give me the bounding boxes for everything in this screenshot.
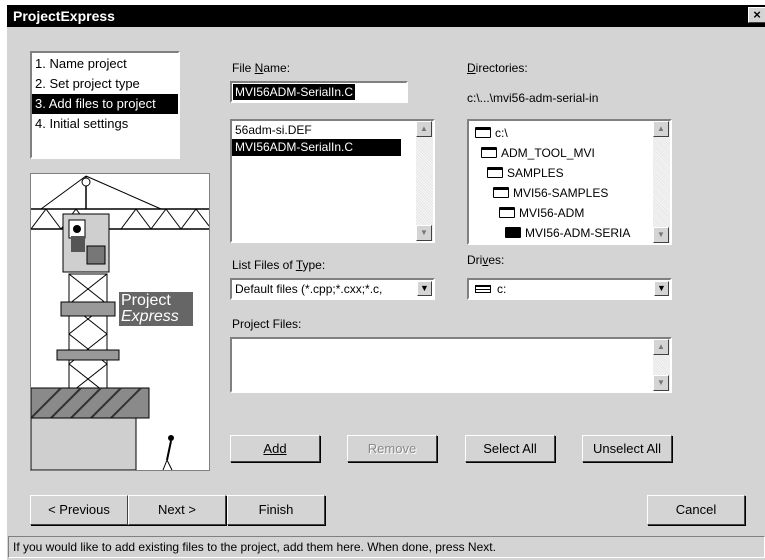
- finish-button[interactable]: Finish: [227, 495, 325, 525]
- step-item-set-project-type[interactable]: 2. Set project type: [32, 74, 178, 94]
- project-express-illustration: Project Express: [30, 173, 210, 471]
- files-list-scrollbar[interactable]: ▲ ▼: [416, 121, 433, 241]
- select-all-button[interactable]: Select All: [465, 435, 555, 462]
- scroll-down-icon[interactable]: ▼: [416, 225, 432, 241]
- folder-open-icon: [499, 207, 515, 218]
- project-files-scrollbar[interactable]: ▲ ▼: [653, 339, 670, 391]
- file-name-input[interactable]: MVI56ADM-SerialIn.C: [230, 81, 408, 103]
- drive-icon: [475, 285, 491, 293]
- projectexpress-dialog: ProjectExpress × 1. Name project 2. Set …: [6, 4, 765, 560]
- steps-list[interactable]: 1. Name project 2. Set project type 3. A…: [30, 51, 180, 159]
- dir-item-samples[interactable]: SAMPLES: [487, 163, 564, 183]
- drives-dropdown[interactable]: c: ▼: [467, 278, 672, 300]
- step-item-add-files[interactable]: 3. Add files to project: [32, 94, 178, 114]
- scroll-up-icon[interactable]: ▲: [416, 121, 432, 137]
- next-button[interactable]: Next >: [128, 495, 226, 525]
- add-button[interactable]: Add: [230, 435, 320, 462]
- dir-item-root[interactable]: c:\: [475, 123, 508, 143]
- step-item-name-project[interactable]: 1. Name project: [32, 54, 178, 74]
- close-button[interactable]: ×: [748, 7, 765, 23]
- directories-label: Directories:: [467, 61, 528, 75]
- status-bar: If you would like to add existing files …: [8, 536, 765, 558]
- file-type-dropdown[interactable]: Default files (*.cpp;*.cxx;*.c, ▼: [230, 278, 435, 300]
- previous-button[interactable]: < Previous: [30, 495, 128, 525]
- dir-item-mvi56-adm[interactable]: MVI56-ADM: [499, 203, 584, 223]
- scroll-down-icon[interactable]: ▼: [653, 227, 669, 243]
- folder-open-icon: [505, 227, 521, 238]
- remove-button[interactable]: Remove: [347, 435, 437, 462]
- scroll-down-icon[interactable]: ▼: [653, 375, 669, 391]
- cancel-button[interactable]: Cancel: [647, 495, 745, 525]
- logo-express: Express: [119, 308, 193, 326]
- title-bar[interactable]: ProjectExpress ×: [7, 5, 765, 27]
- current-directory-path: c:\...\mvi56-adm-serial-in: [467, 91, 599, 105]
- dir-item-mvi56-adm-serial[interactable]: MVI56-ADM-SERIA: [505, 223, 653, 243]
- folder-open-icon: [481, 147, 497, 158]
- window-title: ProjectExpress: [13, 8, 115, 24]
- folder-open-icon: [493, 187, 509, 198]
- chevron-down-icon[interactable]: ▼: [417, 281, 432, 296]
- file-name-value: MVI56ADM-SerialIn.C: [233, 84, 356, 100]
- file-item-def[interactable]: 56adm-si.DEF: [232, 122, 433, 139]
- scroll-up-icon[interactable]: ▲: [653, 339, 669, 355]
- project-files-label: Project Files:: [232, 317, 302, 331]
- dir-item-adm-tool[interactable]: ADM_TOOL_MVI: [481, 143, 595, 163]
- directories-scrollbar[interactable]: ▲ ▼: [653, 121, 670, 243]
- files-list[interactable]: 56adm-si.DEF MVI56ADM-SerialIn.C ▲ ▼: [230, 119, 435, 243]
- dir-item-mvi56-samples[interactable]: MVI56-SAMPLES: [493, 183, 608, 203]
- unselect-all-button[interactable]: Unselect All: [582, 435, 672, 462]
- status-text: If you would like to add existing files …: [13, 540, 496, 554]
- directories-tree[interactable]: c:\ ADM_TOOL_MVI SAMPLES MVI56-SAMPLES M…: [467, 119, 672, 245]
- file-type-label: List Files of Type:: [232, 258, 326, 272]
- folder-open-icon: [475, 127, 491, 138]
- folder-open-icon: [487, 167, 503, 178]
- scroll-up-icon[interactable]: ▲: [653, 121, 669, 137]
- drives-label: Drives:: [467, 253, 505, 267]
- file-item-serialin-c[interactable]: MVI56ADM-SerialIn.C: [232, 139, 401, 156]
- project-files-list[interactable]: ▲ ▼: [230, 337, 672, 393]
- step-item-initial-settings[interactable]: 4. Initial settings: [32, 114, 178, 134]
- chevron-down-icon[interactable]: ▼: [654, 281, 669, 296]
- file-name-label: File Name:: [232, 61, 291, 75]
